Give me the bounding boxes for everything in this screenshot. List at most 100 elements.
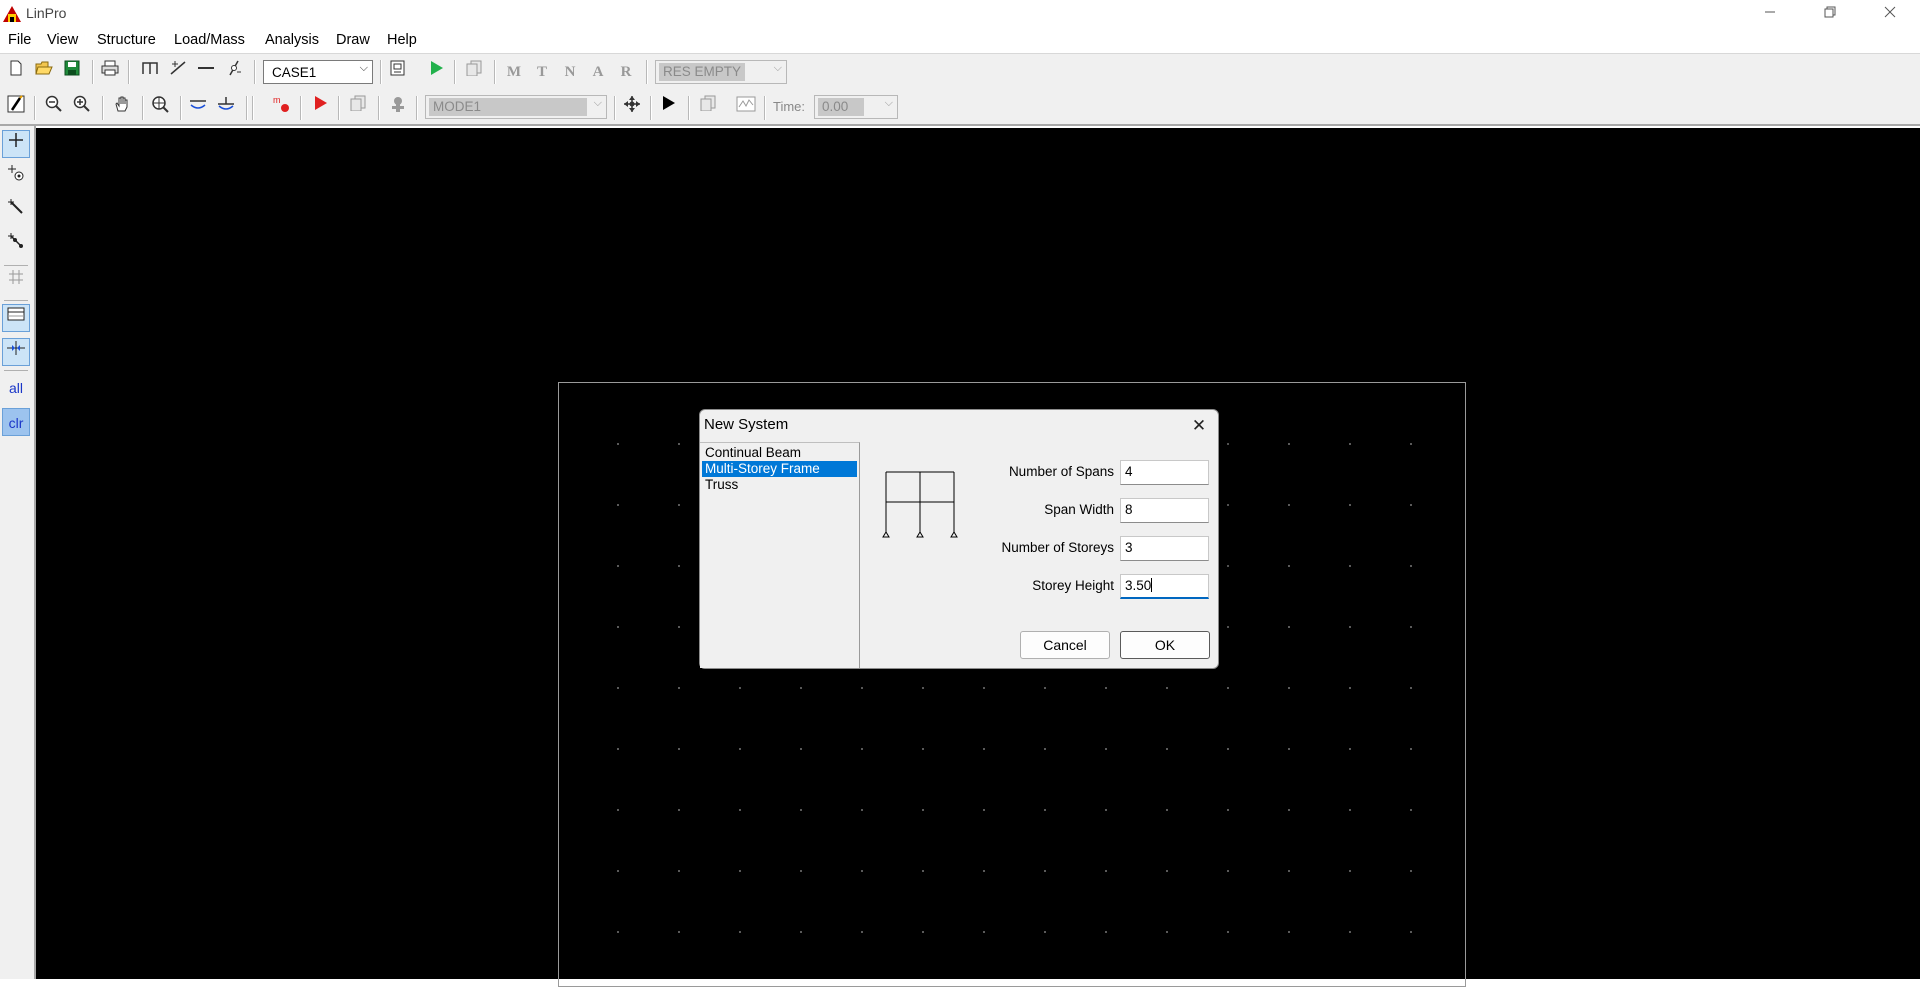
list-item-continual-beam[interactable]: Continual Beam — [702, 445, 857, 461]
grid-dot — [922, 870, 924, 872]
open-button[interactable] — [32, 60, 56, 84]
results-pages-button[interactable] — [462, 60, 486, 84]
grid-button[interactable] — [2, 268, 30, 296]
close-button[interactable] — [1860, 0, 1920, 29]
menu-analysis[interactable]: Analysis — [265, 32, 319, 48]
list-item-truss[interactable]: Truss — [702, 477, 857, 493]
list-item-multi-storey-frame[interactable]: Multi-Storey Frame — [702, 461, 857, 477]
save-button[interactable] — [60, 60, 84, 84]
grid-dot — [1349, 748, 1351, 750]
edit-mode-button[interactable] — [4, 95, 28, 119]
storey-height-input[interactable]: 3.50 — [1120, 574, 1209, 599]
grid-dot — [1227, 443, 1229, 445]
pages-icon — [700, 95, 716, 112]
menu-view[interactable]: View — [47, 32, 78, 48]
grid-dot — [1044, 931, 1046, 933]
menu-file[interactable]: File — [8, 32, 31, 48]
zoom-in-button[interactable] — [70, 95, 94, 119]
number-of-storeys-input[interactable]: 3 — [1120, 536, 1209, 561]
case-properties-button[interactable] — [386, 60, 410, 84]
grid-dot — [678, 809, 680, 811]
pan-button[interactable] — [110, 95, 134, 119]
diagonal-member-button[interactable] — [166, 60, 190, 84]
cancel-button[interactable]: Cancel — [1020, 631, 1110, 659]
normal-force-button[interactable]: N — [558, 60, 582, 84]
select-all-button[interactable]: all — [2, 374, 30, 402]
grid-dot — [1410, 687, 1412, 689]
chevron-down-icon: ⌵ — [359, 62, 368, 74]
ok-button[interactable]: OK — [1120, 631, 1210, 659]
restore-icon — [1824, 6, 1836, 18]
toolbar-separator — [454, 60, 456, 84]
number-of-spans-value: 4 — [1125, 464, 1133, 479]
table-view-button[interactable] — [2, 304, 30, 332]
grid-dot — [617, 870, 619, 872]
play-animation-button[interactable] — [656, 95, 680, 119]
grid-dot — [1227, 626, 1229, 628]
modes-pages-button[interactable] — [346, 95, 370, 119]
toolbar-separator — [102, 96, 104, 120]
reactions-button[interactable]: R — [614, 60, 638, 84]
grid-dot — [1349, 626, 1351, 628]
zoom-out-button[interactable] — [42, 95, 66, 119]
time-select[interactable]: 0.00 ⌵ — [814, 95, 898, 119]
scale-up-button[interactable] — [214, 95, 238, 119]
minimize-button[interactable] — [1740, 0, 1800, 29]
menu-structure[interactable]: Structure — [97, 32, 156, 48]
zoom-extents-button[interactable] — [148, 95, 172, 119]
new-file-button[interactable] — [4, 60, 28, 84]
pages-icon — [350, 95, 366, 112]
grid-dot — [1166, 809, 1168, 811]
toolbar-separator — [180, 96, 182, 120]
toolbar-separator — [252, 96, 254, 120]
scale-down-button[interactable] — [186, 95, 210, 119]
results-select[interactable]: RES EMPTY ⌵ — [655, 60, 787, 84]
span-width-input[interactable]: 8 — [1120, 498, 1209, 523]
menu-load-mass[interactable]: Load/Mass — [174, 32, 245, 48]
grid-dot — [1227, 870, 1229, 872]
load-case-select[interactable]: CASE1 ⌵ — [263, 60, 373, 84]
add-member-nodes-button[interactable] — [2, 232, 30, 260]
crosshair-icon — [9, 133, 23, 147]
menu-help[interactable]: Help — [387, 32, 417, 48]
frame-icon — [142, 62, 158, 74]
grid-dot — [617, 809, 619, 811]
shear-diagram-button[interactable]: T — [530, 60, 554, 84]
print-button[interactable] — [98, 60, 122, 84]
deformation-button[interactable]: A — [586, 60, 610, 84]
moment-diagram-button[interactable]: M — [502, 60, 526, 84]
time-value: 0.00 — [818, 98, 864, 116]
toolbar-separator — [338, 96, 340, 120]
mode-value: MODE1 — [429, 98, 587, 116]
mass-button[interactable]: m — [270, 95, 294, 119]
grid-icon — [9, 270, 23, 284]
run-analysis-button[interactable] — [424, 60, 448, 84]
member-release-button[interactable] — [222, 60, 246, 84]
clear-selection-button[interactable]: clr — [2, 408, 30, 436]
chevron-down-icon: ⌵ — [773, 62, 782, 74]
close-icon: ✕ — [1191, 416, 1207, 435]
number-of-spans-input[interactable]: 4 — [1120, 460, 1209, 485]
pencil-icon — [7, 95, 25, 113]
mode-select[interactable]: MODE1 ⌵ — [425, 95, 607, 119]
dialog-close-button[interactable]: ✕ — [1186, 414, 1212, 438]
add-node-button[interactable] — [2, 164, 30, 192]
animate-center-button[interactable] — [620, 95, 644, 119]
text-caret — [1151, 578, 1153, 592]
add-member-button[interactable] — [2, 198, 30, 226]
grid-dot — [1105, 870, 1107, 872]
restore-button[interactable] — [1800, 0, 1860, 29]
time-history-button[interactable] — [734, 95, 758, 119]
animation-pages-button[interactable] — [696, 95, 720, 119]
horizontal-member-button[interactable] — [194, 60, 218, 84]
system-type-list[interactable]: Continual Beam Multi-Storey Frame Truss — [700, 442, 860, 668]
menu-draw[interactable]: Draw — [336, 32, 370, 48]
mode-shape-button[interactable] — [386, 95, 410, 119]
select-node-button[interactable] — [2, 130, 30, 158]
toolbar-separator — [34, 96, 36, 120]
grid-dot — [1288, 626, 1290, 628]
frame-tool-button[interactable] — [138, 60, 162, 84]
grid-dot — [922, 931, 924, 933]
run-dynamic-button[interactable] — [308, 95, 332, 119]
snap-button[interactable] — [2, 338, 30, 366]
